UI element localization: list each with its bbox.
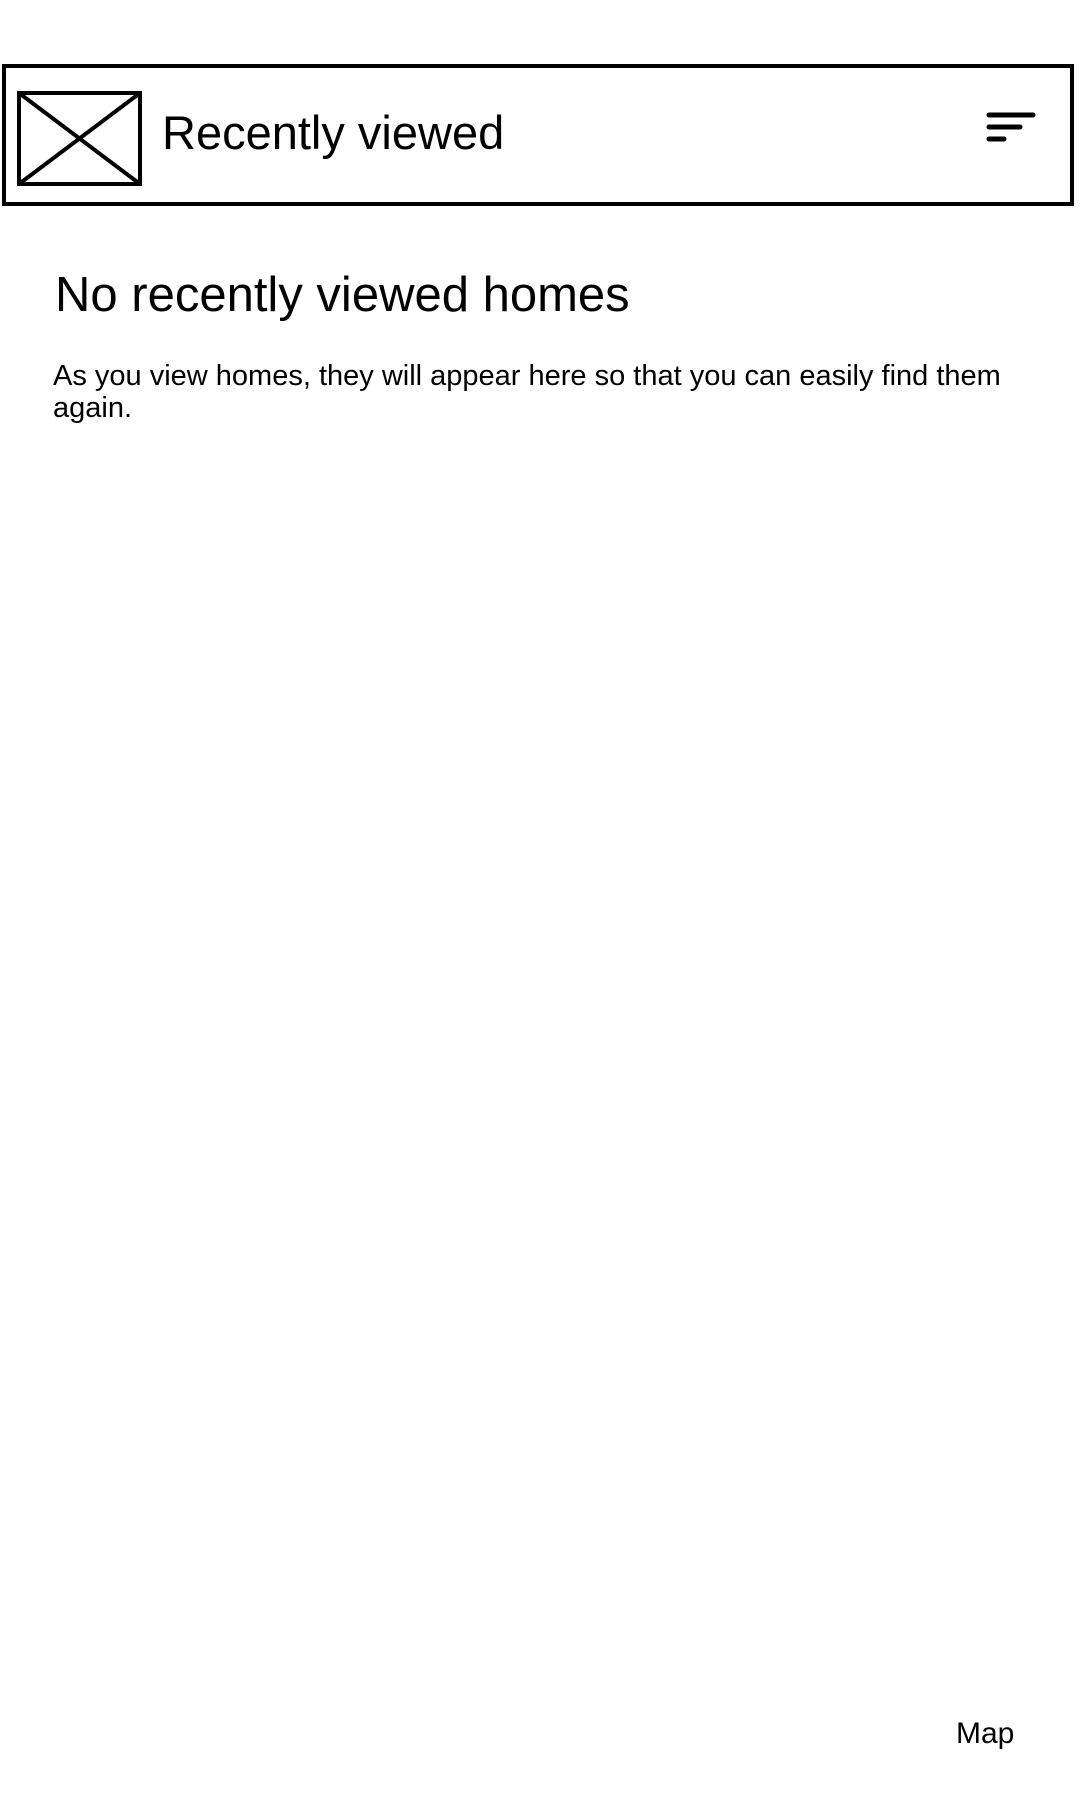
page-title: Recently viewed <box>162 106 505 159</box>
app-header: Recently viewed <box>2 64 1074 206</box>
sort-filter-button[interactable] <box>982 112 1040 156</box>
empty-state-title: No recently viewed homes <box>55 268 630 322</box>
image-placeholder-icon <box>17 91 142 186</box>
recently-viewed-screen: Recently viewed No recently viewed homes… <box>0 0 1080 1800</box>
empty-state-message: As you view homes, they will appear here… <box>53 360 1001 424</box>
map-link[interactable]: Map <box>956 1716 1014 1752</box>
sort-filter-icon <box>986 112 1036 142</box>
